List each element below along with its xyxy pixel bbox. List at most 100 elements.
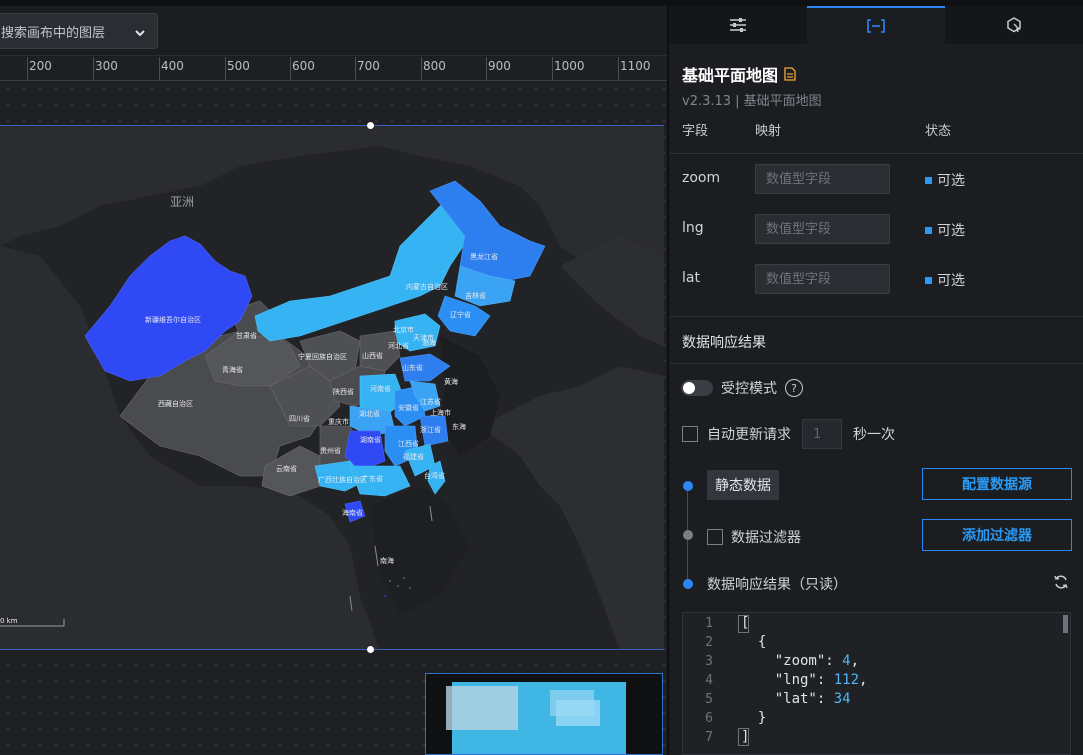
tab-settings[interactable] <box>669 6 807 44</box>
code-line: "lat": 34 <box>741 691 851 707</box>
province-label: 浙江省 <box>420 425 441 434</box>
sea-label: 黄海 <box>444 377 458 386</box>
province-label: 甘肃省 <box>236 331 257 340</box>
ruler-tick: 1000 <box>554 59 585 73</box>
line-number: 2 <box>705 635 713 650</box>
add-filter-button[interactable]: 添加过滤器 <box>922 519 1072 551</box>
controlled-mode-label: 受控模式 <box>721 381 777 397</box>
doc-icon[interactable] <box>784 67 796 81</box>
field-row-lat: lat 可选 <box>669 254 1083 304</box>
ruler-tick: 300 <box>95 59 118 73</box>
data-filter-checkbox[interactable] <box>707 529 723 545</box>
result-code-viewer[interactable]: 1 2 3 4 5 6 7 [ { "zoom": 4, "lng": 112,… <box>682 612 1071 755</box>
auto-update-label: 自动更新请求 <box>707 427 791 443</box>
minimap-layer <box>556 700 600 726</box>
province-label: 青海省 <box>222 365 243 374</box>
continent-label: 亚洲 <box>170 195 194 209</box>
code-scrollbar[interactable] <box>1063 615 1068 633</box>
field-mapping-input[interactable] <box>755 164 890 194</box>
layer-search-select[interactable]: 搜索画布中的图层 <box>0 13 158 49</box>
tab-interaction[interactable] <box>945 6 1083 44</box>
field-status-text: 可选 <box>937 223 965 239</box>
update-interval-input[interactable] <box>802 419 842 449</box>
tab-data[interactable] <box>807 6 945 44</box>
code-line: [ <box>741 615 750 631</box>
field-row-lng: lng 可选 <box>669 204 1083 254</box>
field-row-zoom: zoom 可选 <box>669 154 1083 204</box>
field-mapping-input[interactable] <box>755 264 890 294</box>
code-line: { <box>741 634 767 650</box>
panel-tabs <box>669 6 1083 44</box>
help-icon[interactable]: ? <box>785 379 803 397</box>
code-line: "zoom": 4, <box>741 653 860 669</box>
configure-source-button[interactable]: 配置数据源 <box>922 468 1072 500</box>
province-label: 新疆维吾尔自治区 <box>145 315 201 324</box>
province-label: 辽宁省 <box>450 310 471 319</box>
province-label: 内蒙古自治区 <box>406 282 448 291</box>
config-panel: 基础平面地图 v2.3.13 | 基础平面地图 字段 映射 状态 zoom 可选… <box>669 0 1083 755</box>
province-label: 云南省 <box>276 464 297 473</box>
province-label: 黑龙江省 <box>470 252 498 261</box>
province-label: 山东省 <box>402 363 423 372</box>
refresh-icon[interactable] <box>1053 574 1069 594</box>
ruler-tick: 200 <box>29 59 52 73</box>
ruler-tick: 900 <box>488 59 511 73</box>
component-title: 基础平面地图 <box>682 66 779 85</box>
ruler-tick: 1100 <box>620 59 651 73</box>
province-label: 重庆市 <box>328 417 349 426</box>
province-label: 江苏省 <box>420 397 441 406</box>
canvas-minimap[interactable] <box>425 673 663 755</box>
field-status: 可选 <box>925 220 965 240</box>
line-number: 3 <box>705 654 713 669</box>
province-label: 安徽省 <box>398 403 419 412</box>
ruler-tick: 700 <box>357 59 380 73</box>
field-status-text: 可选 <box>937 273 965 289</box>
status-dot <box>925 176 932 184</box>
update-interval-suffix: 秒一次 <box>853 427 895 443</box>
resize-handle-bottom[interactable] <box>367 646 374 653</box>
divider <box>669 316 1083 317</box>
header-status: 状态 <box>925 124 952 139</box>
ruler-tick: 500 <box>227 59 250 73</box>
resize-handle-top[interactable] <box>367 122 374 129</box>
field-name: lat <box>682 270 700 286</box>
status-dot <box>925 226 932 234</box>
data-filter-label: 数据过滤器 <box>731 530 801 546</box>
minimap-layer <box>446 686 518 730</box>
ruler-tick: 600 <box>292 59 315 73</box>
chevron-down-icon[interactable] <box>133 25 147 44</box>
province-label: 湖北省 <box>359 409 380 418</box>
data-bracket-icon <box>867 19 885 33</box>
province-label: 山西省 <box>362 351 383 360</box>
layer-search-text: 搜索画布中的图层 <box>1 25 106 41</box>
component-title-row: 基础平面地图 <box>682 62 796 86</box>
auto-update-checkbox[interactable] <box>682 426 698 442</box>
field-status: 可选 <box>925 270 965 290</box>
ruler-tick: 800 <box>423 59 446 73</box>
controlled-mode-toggle[interactable] <box>681 380 713 396</box>
province-label: 河北省 <box>388 341 409 350</box>
field-mapping-input[interactable] <box>755 214 890 244</box>
province-label: 海南省 <box>342 508 363 517</box>
map-scale-label: 0 km <box>0 617 18 625</box>
static-data-tag[interactable]: 静态数据 <box>707 470 779 500</box>
canvas-area: 搜索画布中的图层 200 300 400 500 600 700 800 900 <box>0 0 668 755</box>
field-status: 可选 <box>925 170 965 190</box>
sea-label: 东海 <box>452 422 466 431</box>
line-number: 1 <box>705 616 713 631</box>
data-filter-row: 数据过滤器 <box>707 527 801 547</box>
result-readonly-label: 数据响应结果（只读） <box>707 577 847 593</box>
interaction-icon <box>1007 17 1021 33</box>
province-label: 湖南省 <box>360 435 381 444</box>
app-root: 搜索画布中的图层 200 300 400 500 600 700 800 900 <box>0 0 1083 755</box>
line-number: 4 <box>705 673 713 688</box>
controlled-mode-row: 受控模式 ? <box>681 378 803 398</box>
province-label: 河南省 <box>370 384 391 393</box>
map-widget[interactable]: 0 km 亚洲 新疆维吾尔自治区 西藏自治区 青海省 甘肃省 内蒙古自治区 黑龙… <box>0 125 664 650</box>
ruler-tick: 400 <box>161 59 184 73</box>
line-number: 7 <box>705 730 713 745</box>
pipeline-dot <box>683 530 693 540</box>
province-label: 陕西省 <box>333 387 354 396</box>
field-name: lng <box>682 220 704 236</box>
header-field: 字段 <box>682 124 709 139</box>
